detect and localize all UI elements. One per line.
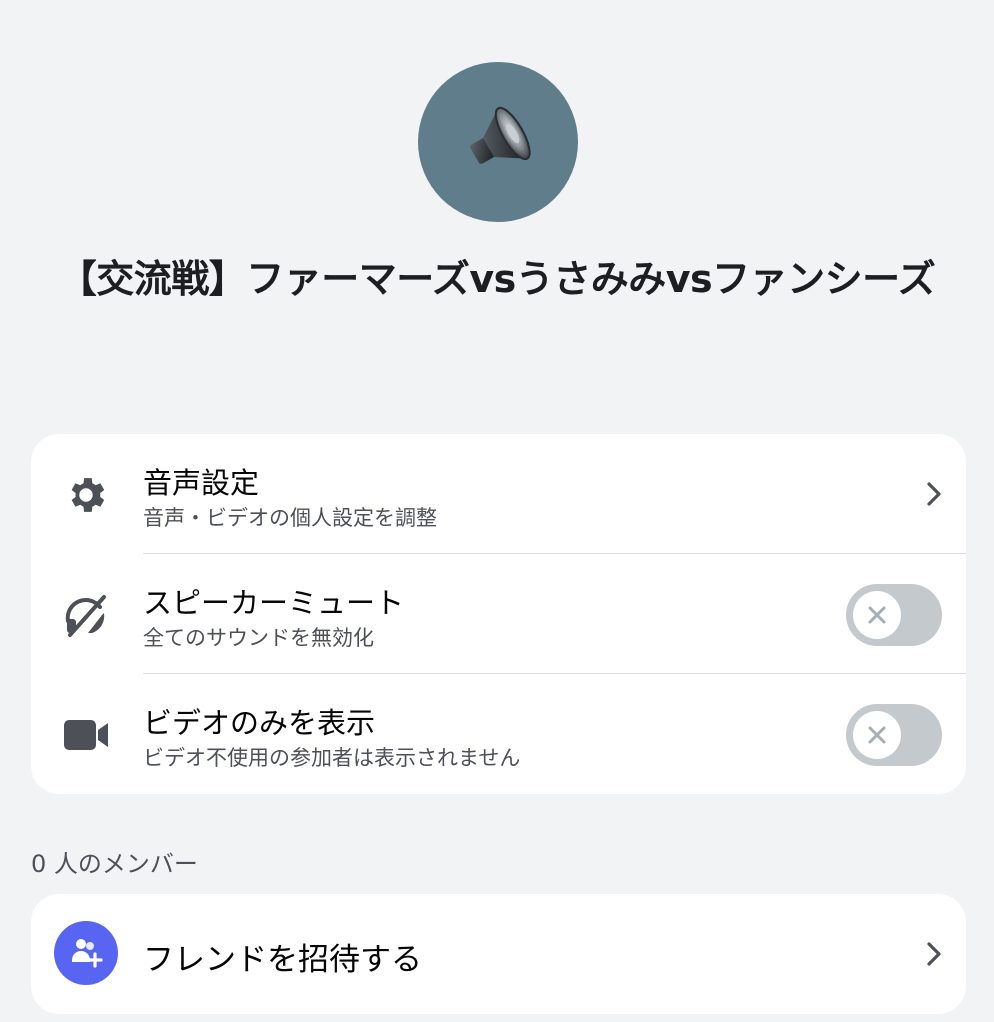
video-only-toggle[interactable] — [846, 704, 942, 766]
toggle-knob — [853, 591, 901, 639]
voice-settings-row[interactable]: 音声設定 音声・ビデオの個人設定を調整 — [31, 434, 966, 554]
invite-friends-label: フレンドを招待する — [143, 942, 422, 978]
chevron-right-icon — [927, 482, 941, 506]
video-only-title: ビデオのみを表示 — [143, 706, 376, 740]
settings-card: 音声設定 音声・ビデオの個人設定を調整 スピーカーミュート 全てのサウンドを無効… — [31, 434, 966, 794]
gear-icon — [61, 470, 111, 520]
close-icon — [868, 606, 886, 624]
chevron-right-icon — [927, 942, 941, 966]
add-friend-icon — [54, 921, 118, 985]
channel-sheet: 【交流戦】ファーマーズvsうさみみvsファンシーズ 音声設定 音声・ビデオの個人… — [0, 0, 994, 1022]
speaker-muted-icon — [61, 590, 111, 640]
video-only-subtitle: ビデオ不使用の参加者は表示されません — [143, 746, 521, 770]
channel-title: 【交流戦】ファーマーズvsうさみみvsファンシーズ — [58, 257, 936, 301]
toggle-knob — [853, 711, 901, 759]
video-only-row: ビデオのみを表示 ビデオ不使用の参加者は表示されません — [31, 674, 966, 794]
close-icon — [868, 726, 886, 744]
voice-settings-title: 音声設定 — [143, 466, 260, 500]
video-camera-icon — [61, 710, 111, 760]
speaker-mute-toggle[interactable] — [846, 584, 942, 646]
speaker-icon — [470, 106, 531, 164]
voice-settings-subtitle: 音声・ビデオの個人設定を調整 — [143, 506, 437, 530]
speaker-mute-subtitle: 全てのサウンドを無効化 — [143, 626, 374, 650]
speaker-mute-row: スピーカーミュート 全てのサウンドを無効化 — [31, 554, 966, 674]
members-count-label: 0 人のメンバー — [31, 850, 198, 878]
invite-friends-button[interactable]: フレンドを招待する — [31, 894, 966, 1014]
speaker-mute-title: スピーカーミュート — [143, 586, 405, 620]
channel-avatar — [418, 62, 578, 222]
